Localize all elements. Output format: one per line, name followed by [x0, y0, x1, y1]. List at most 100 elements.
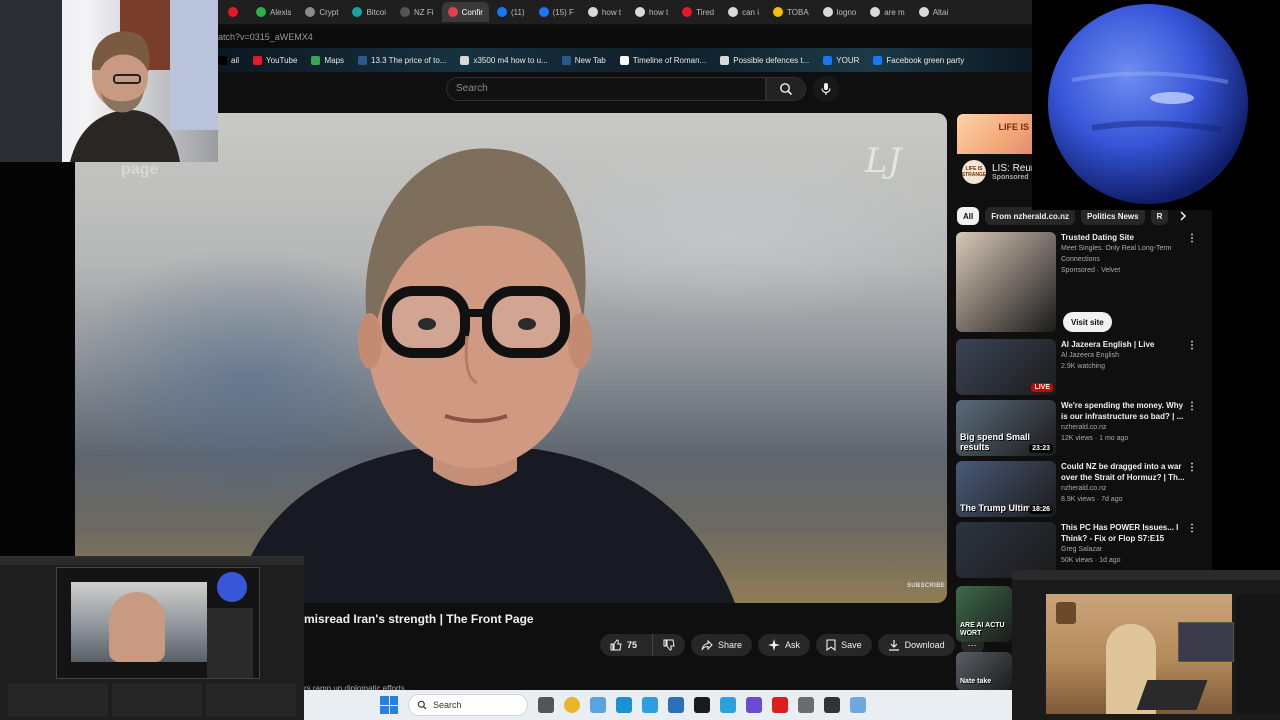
browser-tab[interactable]: Bitcoi: [346, 2, 392, 22]
bookmark-item[interactable]: YOUR: [823, 55, 859, 65]
tab-label: Bitcoi: [366, 7, 387, 17]
video-thumbnail[interactable]: Big spend Small results 23:23: [956, 400, 1056, 456]
browser-tab[interactable]: NZ Fi: [394, 2, 440, 22]
app-purple-icon[interactable]: [746, 697, 762, 713]
page-watermark: page: [121, 161, 159, 178]
bookmark-favicon-icon: [311, 55, 321, 65]
browser-tab[interactable]: Crypt: [299, 2, 344, 22]
search-input[interactable]: Search: [446, 77, 766, 101]
video-thumbnail[interactable]: Nate take: [956, 652, 1012, 690]
windows-start-button[interactable]: [380, 696, 398, 714]
share-button[interactable]: Share: [691, 634, 753, 656]
task-view-icon[interactable]: [538, 697, 554, 713]
browser-tab[interactable]: TOBA: [767, 2, 815, 22]
recommended-video[interactable]: Big spend Small results 23:23 We're spendi…: [956, 400, 1206, 456]
bookmark-item[interactable]: Facebook green party: [873, 55, 964, 65]
video-thumbnail[interactable]: LIVE: [956, 339, 1056, 395]
channel-name: nzherald.co.nz: [1061, 424, 1107, 431]
store-icon[interactable]: [668, 697, 684, 713]
bookmark-label: ail: [231, 55, 240, 65]
browser-tab[interactable]: how t: [582, 2, 627, 22]
obs-mixer[interactable]: [206, 683, 296, 717]
browser-tab[interactable]: (15) F: [533, 2, 580, 22]
download-label: Download: [904, 640, 945, 650]
more-options-icon[interactable]: ⋮: [1186, 234, 1198, 246]
subscribe-watermark[interactable]: SUBSCRIBE: [907, 583, 945, 589]
browser-tab[interactable]: logno: [817, 2, 863, 22]
channel-watermark: LJ: [865, 141, 902, 181]
ad-banner-text: LIFE IS: [998, 122, 1029, 132]
bookmark-item[interactable]: ail: [218, 55, 240, 65]
more-options-icon[interactable]: ⋮: [1186, 463, 1198, 475]
download-button[interactable]: Download: [877, 634, 955, 656]
settings-icon[interactable]: [798, 697, 814, 713]
ad-banner[interactable]: LIFE IS: [957, 114, 1033, 154]
browser-tab[interactable]: how t: [629, 2, 674, 22]
search-button[interactable]: [766, 77, 806, 101]
visit-site-button[interactable]: Visit site: [1063, 312, 1112, 332]
spotify-icon[interactable]: [694, 697, 710, 713]
bookmark-favicon-icon: [619, 55, 629, 65]
bookmark-item[interactable]: Possible defences t...: [720, 55, 809, 65]
ask-button[interactable]: Ask: [758, 634, 811, 656]
address-bar[interactable]: atch?v=0315_aWEMX4: [218, 28, 1032, 48]
video-meta: 50K views · 1d ago: [1061, 557, 1121, 564]
chrome-icon[interactable]: [564, 697, 580, 713]
bookmark-item[interactable]: Maps: [311, 55, 344, 65]
more-options-icon[interactable]: ⋮: [1186, 341, 1198, 353]
thumbnail-caption: Nate take: [960, 678, 992, 685]
bookmark-favicon-icon: [561, 55, 571, 65]
video-meta: 12K views · 1 mo ago: [1061, 435, 1129, 442]
video-meta: Sponsored · Velvet: [1061, 267, 1121, 274]
bookmark-item[interactable]: Timeline of Roman...: [619, 55, 706, 65]
dislike-button[interactable]: [652, 634, 685, 656]
video-thumbnail[interactable]: The Trump Ultimatum 18:26: [956, 461, 1056, 517]
bookmark-item[interactable]: 13.3 The price of to...: [358, 55, 446, 65]
edge-icon[interactable]: [616, 697, 632, 713]
photos-icon[interactable]: [850, 697, 866, 713]
copilot-icon[interactable]: [590, 697, 606, 713]
like-dislike-group: 75: [600, 634, 686, 656]
browser-tab[interactable]: [222, 2, 248, 22]
recommended-video[interactable]: LIVE Al Jazeera English | Live Al Jazeera …: [956, 339, 1206, 395]
video-thumbnail[interactable]: ARE AI ACTU WORT: [956, 586, 1012, 642]
obs-icon[interactable]: [824, 697, 840, 713]
obs-scenes[interactable]: [8, 683, 108, 717]
bookmark-item[interactable]: x3500 m4 how to u...: [460, 55, 548, 65]
browser-tab[interactable]: (11): [491, 2, 531, 22]
more-options-icon[interactable]: ⋮: [1186, 402, 1198, 414]
ad-info[interactable]: LIFE IS STRANGE LIS: Reun Sponsored: [962, 160, 1036, 184]
acrobat-icon[interactable]: [772, 697, 788, 713]
browser-tab[interactable]: Altai: [913, 2, 955, 22]
voice-search-button[interactable]: [813, 76, 839, 102]
telegram-icon[interactable]: [720, 697, 736, 713]
bookmark-item[interactable]: New Tab: [561, 55, 606, 65]
filter-chip[interactable]: All: [957, 207, 980, 225]
recommended-video[interactable]: The Trump Ultimatum 18:26 Could NZ be drag…: [956, 461, 1206, 517]
thumbs-up-icon: [610, 639, 622, 651]
duration-badge: 18:26: [1029, 505, 1053, 514]
like-button[interactable]: 75: [600, 634, 647, 656]
browser-tab[interactable]: Tired: [676, 2, 720, 22]
video-frame-person: [235, 148, 735, 603]
bookmark-icon: [826, 639, 836, 651]
save-button[interactable]: Save: [816, 634, 872, 656]
bookmark-favicon-icon: [873, 55, 883, 65]
duration-badge: 23:23: [1029, 444, 1053, 453]
browser-tab[interactable]: Alexis: [250, 2, 297, 22]
browser-tab[interactable]: can i: [722, 2, 765, 22]
edge-dev-icon[interactable]: [642, 697, 658, 713]
bookmark-item[interactable]: YouTube: [253, 55, 297, 65]
more-options-icon[interactable]: ⋮: [1186, 524, 1198, 536]
browser-tab[interactable]: are m: [864, 2, 910, 22]
tab-favicon-icon: [228, 7, 238, 17]
video-player[interactable]: page LJ SUBSCRIBE: [75, 113, 947, 603]
obs-sources[interactable]: [112, 683, 202, 717]
tab-label: how t: [649, 7, 669, 17]
like-count: 75: [627, 640, 638, 650]
video-title: This PC Has POWER Issues... I Think? - F…: [1061, 523, 1179, 543]
video-thumbnail[interactable]: [956, 232, 1056, 332]
browser-tab[interactable]: Confir: [441, 2, 489, 22]
taskbar-search[interactable]: Search: [408, 694, 528, 716]
obs-titlebar: [0, 557, 304, 565]
